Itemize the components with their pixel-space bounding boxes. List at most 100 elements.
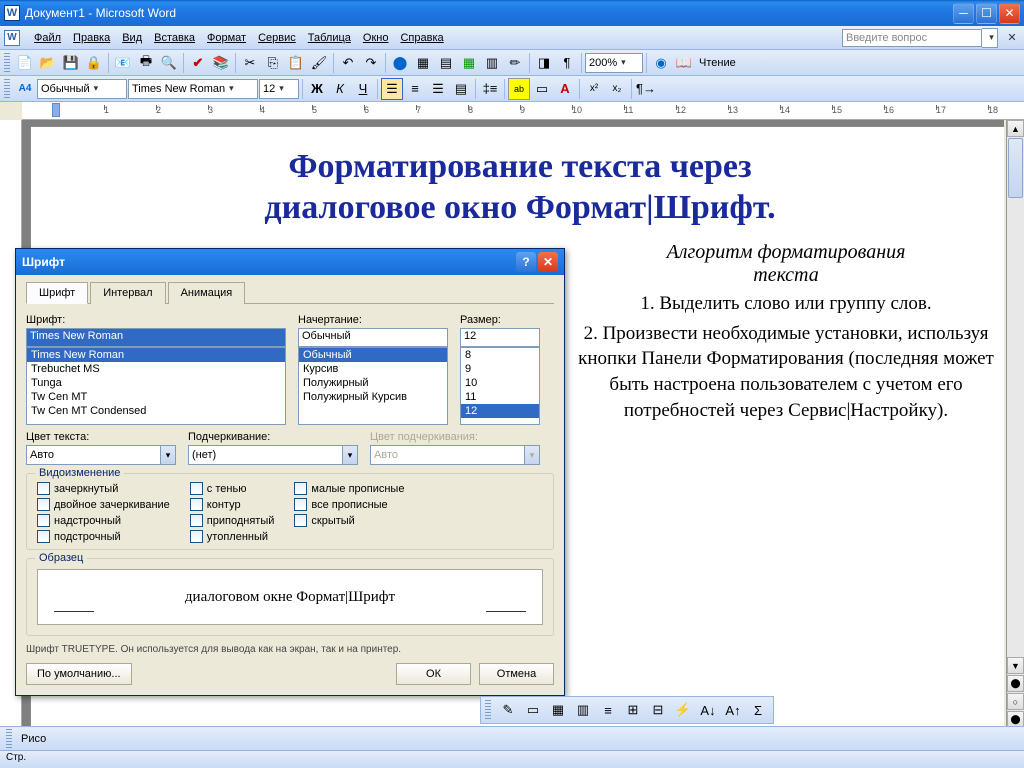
bold-button[interactable]: Ж	[306, 78, 328, 100]
menu-tools[interactable]: Сервис	[252, 30, 302, 46]
prev-page-button[interactable]: ⬤	[1007, 675, 1024, 692]
list-item[interactable]: Tunga	[27, 376, 285, 390]
columns-button[interactable]: ▥	[481, 52, 503, 74]
underline-button[interactable]: Ч	[352, 78, 374, 100]
tab-animation[interactable]: Анимация	[168, 282, 246, 304]
autoformat-icon[interactable]: ⚡	[672, 699, 694, 721]
word-doc-icon[interactable]: W	[4, 30, 20, 46]
list-item[interactable]: 12	[461, 404, 539, 418]
menu-help[interactable]: Справка	[394, 30, 449, 46]
excel-button[interactable]: ▦	[458, 52, 480, 74]
scroll-thumb[interactable]	[1008, 138, 1023, 198]
save-button[interactable]: 💾	[60, 52, 82, 74]
sort-asc-icon[interactable]: A↓	[697, 699, 719, 721]
cb-engrave[interactable]: утопленный	[190, 530, 275, 543]
maximize-button[interactable]: ☐	[976, 3, 997, 24]
tab-font[interactable]: Шрифт	[26, 282, 88, 304]
close-button[interactable]: ✕	[999, 3, 1020, 24]
menu-table[interactable]: Таблица	[302, 30, 357, 46]
list-item[interactable]: 10	[461, 376, 539, 390]
font-listbox[interactable]: Times New Roman Trebuchet MS Tunga Tw Ce…	[26, 347, 286, 425]
font-combo[interactable]: Times New Roman▾	[128, 79, 258, 99]
drawing-button[interactable]: ✏	[504, 52, 526, 74]
doc-close-button[interactable]: ✕	[1004, 30, 1020, 46]
draw-table-icon[interactable]: ✎	[497, 699, 519, 721]
ok-button[interactable]: ОК	[396, 663, 471, 685]
style-listbox[interactable]: Обычный Курсив Полужирный Полужирный Кур…	[298, 347, 448, 425]
reading-layout-button[interactable]: 📖	[673, 52, 695, 74]
doc-map-button[interactable]: ◨	[533, 52, 555, 74]
cb-shadow[interactable]: с тенью	[190, 482, 275, 495]
font-color-button[interactable]: A	[554, 78, 576, 100]
list-item[interactable]: Tw Cen MT	[27, 390, 285, 404]
sort-desc-icon[interactable]: A↑	[722, 699, 744, 721]
copy-button[interactable]: ⎘	[262, 52, 284, 74]
list-item[interactable]: Times New Roman	[27, 348, 285, 362]
align-right-button[interactable]: ☰	[427, 78, 449, 100]
horizontal-ruler[interactable]: 123456789101112131415161718	[22, 102, 1024, 120]
list-item[interactable]: 11	[461, 390, 539, 404]
tables-toolbar[interactable]: ✎ ▭ ▦ ▥ ≡ ⊞ ⊟ ⚡ A↓ A↑ Σ	[480, 696, 774, 724]
cb-strikethrough[interactable]: зачеркнутый	[37, 482, 170, 495]
styles-pane-button[interactable]: A4	[14, 78, 36, 100]
dialog-close-button[interactable]: ✕	[538, 252, 558, 272]
open-button[interactable]: 📂	[37, 52, 59, 74]
fontsize-combo[interactable]: 12▾	[259, 79, 299, 99]
merge-icon[interactable]: ▦	[547, 699, 569, 721]
style-input[interactable]: Обычный	[298, 328, 448, 347]
border-button[interactable]: ▭	[531, 78, 553, 100]
split-icon[interactable]: ▥	[572, 699, 594, 721]
list-item[interactable]: 8	[461, 348, 539, 362]
research-button[interactable]: 📚	[210, 52, 232, 74]
draw-menu[interactable]: Рисо	[21, 733, 46, 745]
scroll-up-button[interactable]: ▲	[1007, 120, 1024, 137]
minimize-button[interactable]: ─	[953, 3, 974, 24]
dialog-help-button[interactable]: ?	[516, 252, 536, 272]
hyperlink-button[interactable]: ⬤	[389, 52, 411, 74]
cancel-button[interactable]: Отмена	[479, 663, 554, 685]
default-button[interactable]: По умолчанию...	[26, 663, 132, 685]
show-marks-button[interactable]: ¶	[556, 52, 578, 74]
dialog-titlebar[interactable]: Шрифт ? ✕	[16, 249, 564, 275]
line-spacing-button[interactable]: ‡≡	[479, 78, 501, 100]
toolbar-grip[interactable]	[4, 79, 10, 99]
style-combo[interactable]: Обычный▾	[37, 79, 127, 99]
paste-button[interactable]: 📋	[285, 52, 307, 74]
list-item[interactable]: Trebuchet MS	[27, 362, 285, 376]
vertical-scrollbar[interactable]: ▲ ▼ ⬤ ○ ⬤	[1006, 120, 1024, 728]
menu-view[interactable]: Вид	[116, 30, 148, 46]
undo-button[interactable]: ↶	[337, 52, 359, 74]
new-doc-button[interactable]: 📄	[14, 52, 36, 74]
toolbar-grip[interactable]	[485, 700, 491, 720]
redo-button[interactable]: ↷	[360, 52, 382, 74]
eraser-icon[interactable]: ▭	[522, 699, 544, 721]
font-input[interactable]: Times New Roman	[26, 328, 286, 347]
ltr-button[interactable]: ¶→	[635, 78, 657, 100]
align-center-button[interactable]: ≡	[404, 78, 426, 100]
menu-format[interactable]: Формат	[201, 30, 252, 46]
distribute-rows-icon[interactable]: ⊞	[622, 699, 644, 721]
print-preview-button[interactable]: 🔍	[158, 52, 180, 74]
ask-question-input[interactable]: Введите вопрос	[842, 29, 982, 47]
cb-smallcaps[interactable]: малые прописные	[294, 482, 404, 495]
toolbar-grip[interactable]	[6, 729, 12, 749]
print-button[interactable]: 🖶	[135, 52, 157, 74]
menu-edit[interactable]: Правка	[67, 30, 116, 46]
underline-combo[interactable]: (нет)▾	[188, 445, 358, 465]
tab-spacing[interactable]: Интервал	[90, 282, 165, 304]
size-input[interactable]: 12	[460, 328, 540, 347]
cb-emboss[interactable]: приподнятый	[190, 514, 275, 527]
spelling-button[interactable]: ✔	[187, 52, 209, 74]
email-button[interactable]: 📧	[112, 52, 134, 74]
cb-subscript[interactable]: подстрочный	[37, 530, 170, 543]
help-button[interactable]: ◉	[650, 52, 672, 74]
color-combo[interactable]: Авто▾	[26, 445, 176, 465]
superscript-button[interactable]: x²	[583, 78, 605, 100]
cb-hidden[interactable]: скрытый	[294, 514, 404, 527]
cut-button[interactable]: ✂	[239, 52, 261, 74]
permissions-button[interactable]: 🔒	[83, 52, 105, 74]
tables-borders-button[interactable]: ▦	[412, 52, 434, 74]
cb-superscript[interactable]: надстрочный	[37, 514, 170, 527]
menu-file[interactable]: Файл	[28, 30, 67, 46]
subscript-button[interactable]: x₂	[606, 78, 628, 100]
